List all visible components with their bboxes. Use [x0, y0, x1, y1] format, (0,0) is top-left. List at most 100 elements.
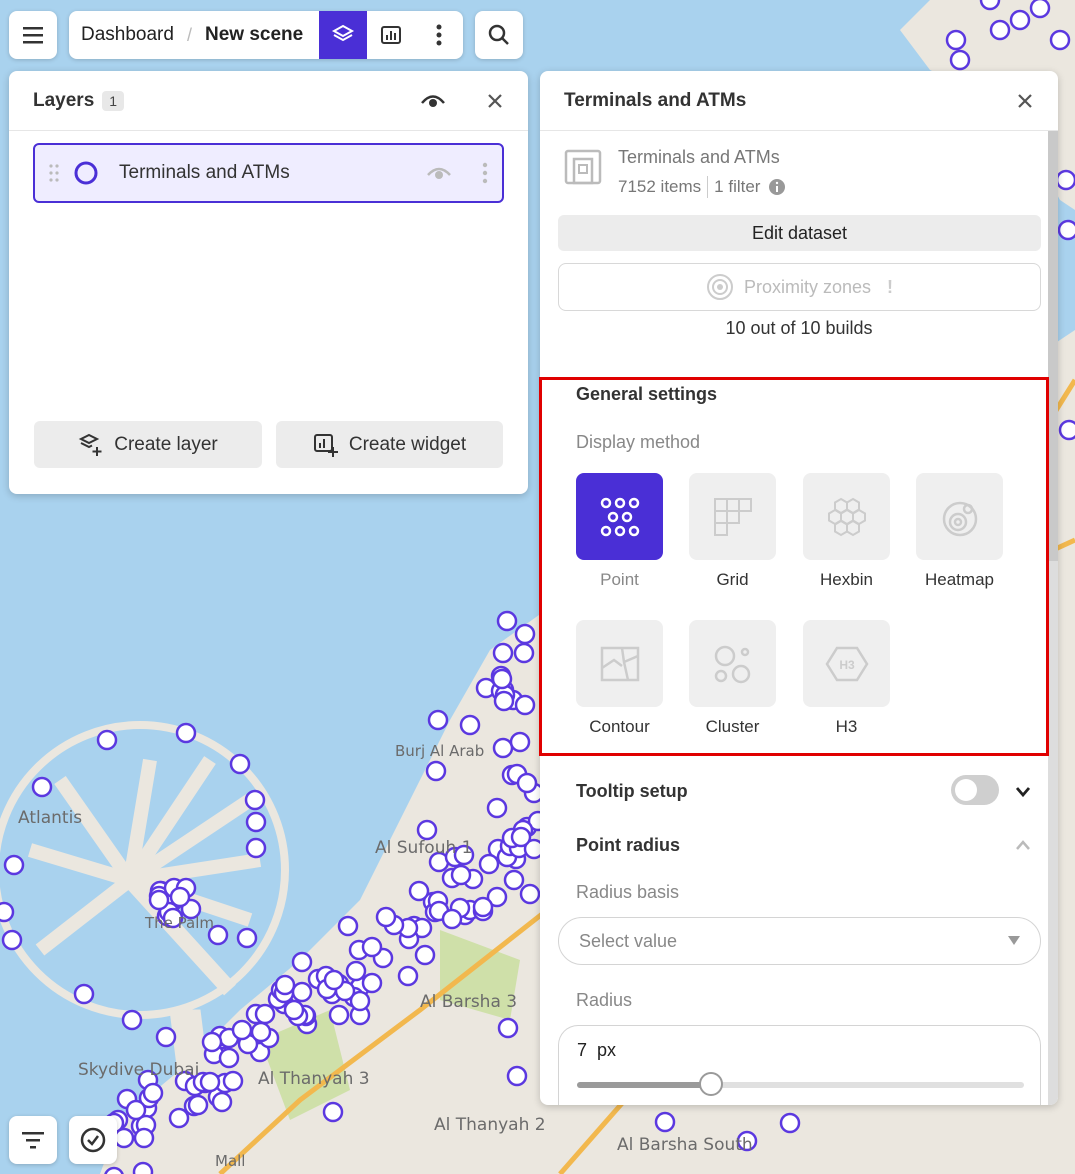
atm-point[interactable]: [155, 1026, 177, 1048]
atm-point[interactable]: [503, 869, 525, 891]
atm-point[interactable]: [510, 826, 532, 848]
history-button[interactable]: [69, 1116, 117, 1164]
atm-point[interactable]: [148, 889, 170, 911]
atm-point[interactable]: [514, 694, 536, 716]
atm-point[interactable]: [979, 0, 1001, 11]
atm-point[interactable]: [142, 1082, 164, 1104]
atm-point[interactable]: [513, 642, 535, 664]
atm-point[interactable]: [989, 19, 1011, 41]
atm-point[interactable]: [493, 690, 515, 712]
atm-point[interactable]: [113, 1127, 135, 1149]
radius-slider-track[interactable]: [577, 1082, 1024, 1088]
eye-icon[interactable]: [426, 165, 452, 181]
more-vertical-icon[interactable]: [482, 162, 488, 184]
display-method-h3[interactable]: H3 H3: [803, 620, 890, 737]
atm-point[interactable]: [472, 896, 494, 918]
display-method-tile[interactable]: [689, 620, 776, 707]
atm-point[interactable]: [361, 972, 383, 994]
atm-point[interactable]: [250, 1021, 272, 1043]
atm-point[interactable]: [1029, 0, 1051, 19]
breadcrumb-current-scene[interactable]: New scene: [205, 24, 303, 46]
atm-point[interactable]: [283, 999, 305, 1021]
atm-point[interactable]: [218, 1047, 240, 1069]
atm-point[interactable]: [414, 944, 436, 966]
more-options-button[interactable]: [415, 11, 463, 59]
display-method-contour[interactable]: Contour: [576, 620, 663, 737]
display-method-heatmap[interactable]: Heatmap: [916, 473, 1003, 590]
atm-point[interactable]: [274, 974, 296, 996]
atm-point[interactable]: [397, 965, 419, 987]
atm-point[interactable]: [949, 49, 971, 71]
layers-toggle-button[interactable]: [319, 11, 367, 59]
atm-point[interactable]: [244, 789, 266, 811]
atm-point[interactable]: [519, 883, 541, 905]
atm-point[interactable]: [254, 1003, 276, 1025]
atm-point[interactable]: [492, 642, 514, 664]
atm-point[interactable]: [199, 1071, 221, 1093]
atm-point[interactable]: [1057, 219, 1075, 241]
chevron-up-icon[interactable]: [1015, 839, 1031, 851]
atm-point[interactable]: [450, 864, 472, 886]
atm-point[interactable]: [236, 927, 258, 949]
atm-point[interactable]: [945, 29, 967, 51]
tooltip-toggle[interactable]: [951, 775, 999, 805]
edit-dataset-button[interactable]: Edit dataset: [558, 215, 1041, 251]
atm-point[interactable]: [416, 819, 438, 841]
atm-point[interactable]: [31, 776, 53, 798]
radius-basis-select[interactable]: Select value: [558, 917, 1041, 965]
widgets-toggle-button[interactable]: [367, 11, 415, 59]
atm-point[interactable]: [516, 772, 538, 794]
filter-button[interactable]: [9, 1116, 57, 1164]
display-method-tile[interactable]: H3: [803, 620, 890, 707]
display-method-tile[interactable]: [803, 473, 890, 560]
atm-point[interactable]: [1009, 9, 1031, 31]
atm-point[interactable]: [486, 797, 508, 819]
atm-point[interactable]: [121, 1009, 143, 1031]
atm-point[interactable]: [654, 1111, 676, 1133]
main-menu-button[interactable]: [9, 11, 57, 59]
display-method-tile[interactable]: [689, 473, 776, 560]
atm-point[interactable]: [187, 1094, 209, 1116]
atm-point[interactable]: [229, 753, 251, 775]
atm-point[interactable]: [425, 760, 447, 782]
atm-point[interactable]: [323, 969, 345, 991]
drag-handle-icon[interactable]: [49, 163, 59, 183]
atm-point[interactable]: [211, 1091, 233, 1113]
eye-icon[interactable]: [420, 92, 446, 110]
atm-point[interactable]: [491, 668, 513, 690]
proximity-zones-button[interactable]: Proximity zones !: [558, 263, 1041, 311]
display-method-grid[interactable]: Grid: [689, 473, 776, 590]
atm-point[interactable]: [132, 1161, 154, 1174]
layer-item[interactable]: Terminals and ATMs: [33, 143, 504, 203]
radius-value-display[interactable]: 7 px: [577, 1040, 616, 1061]
create-layer-button[interactable]: Create layer: [34, 421, 262, 468]
display-method-cluster[interactable]: Cluster: [689, 620, 776, 737]
atm-point[interactable]: [459, 714, 481, 736]
radius-slider-thumb[interactable]: [699, 1072, 724, 1096]
atm-point[interactable]: [496, 610, 518, 632]
atm-point[interactable]: [73, 983, 95, 1005]
atm-point[interactable]: [361, 936, 383, 958]
atm-point[interactable]: [514, 623, 536, 645]
create-widget-button[interactable]: Create widget: [276, 421, 503, 468]
atm-point[interactable]: [168, 1107, 190, 1129]
atm-point[interactable]: [175, 722, 197, 744]
atm-point[interactable]: [349, 990, 371, 1012]
atm-point[interactable]: [291, 981, 313, 1003]
display-method-tile[interactable]: [576, 473, 663, 560]
atm-point[interactable]: [441, 908, 463, 930]
atm-point[interactable]: [245, 811, 267, 833]
atm-point[interactable]: [328, 1004, 350, 1026]
atm-point[interactable]: [291, 951, 313, 973]
close-icon[interactable]: [486, 92, 504, 110]
atm-point[interactable]: [96, 729, 118, 751]
atm-point[interactable]: [0, 901, 15, 923]
display-method-hexbin[interactable]: Hexbin: [803, 473, 890, 590]
atm-point[interactable]: [779, 1112, 801, 1134]
breadcrumb-dashboard-link[interactable]: Dashboard: [69, 24, 174, 46]
atm-point[interactable]: [509, 731, 531, 753]
scrollbar-thumb[interactable]: [1048, 131, 1058, 561]
atm-point[interactable]: [201, 1031, 223, 1053]
display-method-tile[interactable]: [916, 473, 1003, 560]
atm-point[interactable]: [337, 915, 359, 937]
